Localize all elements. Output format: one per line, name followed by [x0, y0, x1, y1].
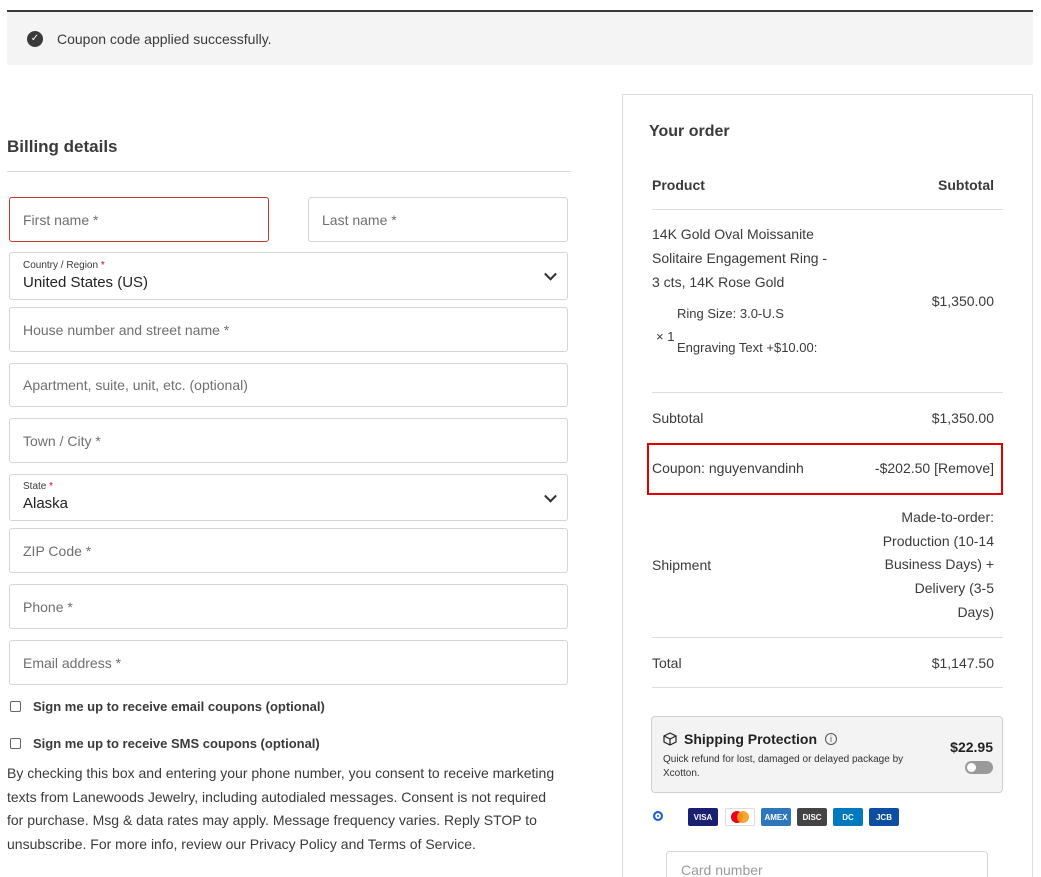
card-number-input[interactable]: Card number — [666, 851, 988, 877]
protection-desc: Quick refund for lost, damaged or delaye… — [663, 754, 904, 779]
engraving-text: Engraving Text +$10.00: — [677, 340, 818, 355]
state-value: Alaska — [23, 495, 69, 512]
item-name-line: 3 cts, 14K Rose Gold — [652, 274, 785, 290]
country-label: Country / Region — [23, 259, 99, 271]
country-select[interactable]: Country / Region * United States (US) — [9, 252, 568, 300]
item-name-line: 14K Gold Oval Moissanite — [652, 226, 814, 242]
order-title: Your order — [649, 123, 730, 140]
city-field[interactable]: Town / City * — [9, 418, 568, 463]
item-name-line: Solitaire Engagement Ring - — [652, 250, 828, 266]
email-coupons-checkbox[interactable] — [10, 701, 21, 712]
subtotal-value: $1,350.00 — [931, 410, 994, 426]
item-quantity: × 1 — [656, 329, 675, 344]
package-icon — [663, 732, 677, 746]
total-label: Total — [652, 655, 682, 671]
order-item: 14K Gold Oval Moissanite Solitaire Engag… — [652, 222, 1003, 294]
card-payment-radio[interactable] — [653, 811, 663, 821]
protection-title: Shipping Protection — [684, 731, 817, 747]
shipping-protection: Shipping Protection i Quick refund for l… — [651, 716, 1003, 793]
total-row: Total $1,147.50 — [652, 655, 1003, 671]
notice-message: Coupon code applied successfully. — [57, 30, 272, 47]
state-select[interactable]: State * Alaska — [9, 474, 568, 521]
first-name-field[interactable]: First name * — [9, 197, 269, 242]
email-field[interactable]: Email address * — [9, 640, 568, 685]
visa-icon: VISA — [688, 808, 718, 826]
total-value: $1,147.50 — [931, 655, 994, 671]
phone-field[interactable]: Phone * — [9, 584, 568, 629]
sms-consent-text: By checking this box and entering your p… — [7, 765, 555, 853]
discover-icon: DISC — [797, 808, 827, 826]
country-value: United States (US) — [23, 273, 149, 291]
street-field[interactable]: House number and street name * — [9, 307, 568, 352]
coupon-success-notice: ✓ Coupon code applied successfully. — [7, 12, 1033, 65]
sms-coupons-checkbox[interactable] — [10, 738, 21, 749]
order-header: Product Subtotal — [652, 177, 1003, 193]
billing-title: Billing details — [7, 137, 571, 172]
jcb-icon: JCB — [869, 808, 899, 826]
chevron-down-icon — [544, 489, 557, 503]
apartment-field[interactable]: Apartment, suite, unit, etc. (optional) — [9, 363, 568, 407]
info-icon[interactable]: i — [825, 733, 837, 745]
check-circle-icon: ✓ — [27, 30, 43, 47]
chevron-down-icon — [544, 267, 557, 281]
zip-field[interactable]: ZIP Code * — [9, 528, 568, 573]
protection-toggle[interactable] — [965, 761, 993, 774]
sms-coupons-option[interactable]: Sign me up to receive SMS coupons (optio… — [10, 736, 320, 751]
subtotal-label: Subtotal — [652, 410, 704, 426]
coupon-highlight — [647, 443, 1003, 495]
item-price: $1,350.00 — [931, 293, 994, 309]
ring-size: Ring Size: 3.0-U.S — [677, 306, 784, 321]
billing-section: Billing details — [7, 95, 571, 172]
col-product: Product — [652, 177, 705, 193]
mastercard-icon — [725, 808, 755, 826]
email-coupons-option[interactable]: Sign me up to receive email coupons (opt… — [10, 699, 325, 714]
protection-price: $22.95 — [950, 739, 993, 755]
shipment-label: Shipment — [652, 557, 712, 573]
col-subtotal: Subtotal — [938, 177, 994, 193]
last-name-field[interactable]: Last name * — [308, 197, 568, 242]
amex-icon: AMEX — [761, 808, 791, 826]
subtotal-row: Subtotal $1,350.00 — [652, 410, 1003, 426]
diners-icon: DC — [833, 808, 863, 826]
state-label: State — [23, 481, 47, 492]
